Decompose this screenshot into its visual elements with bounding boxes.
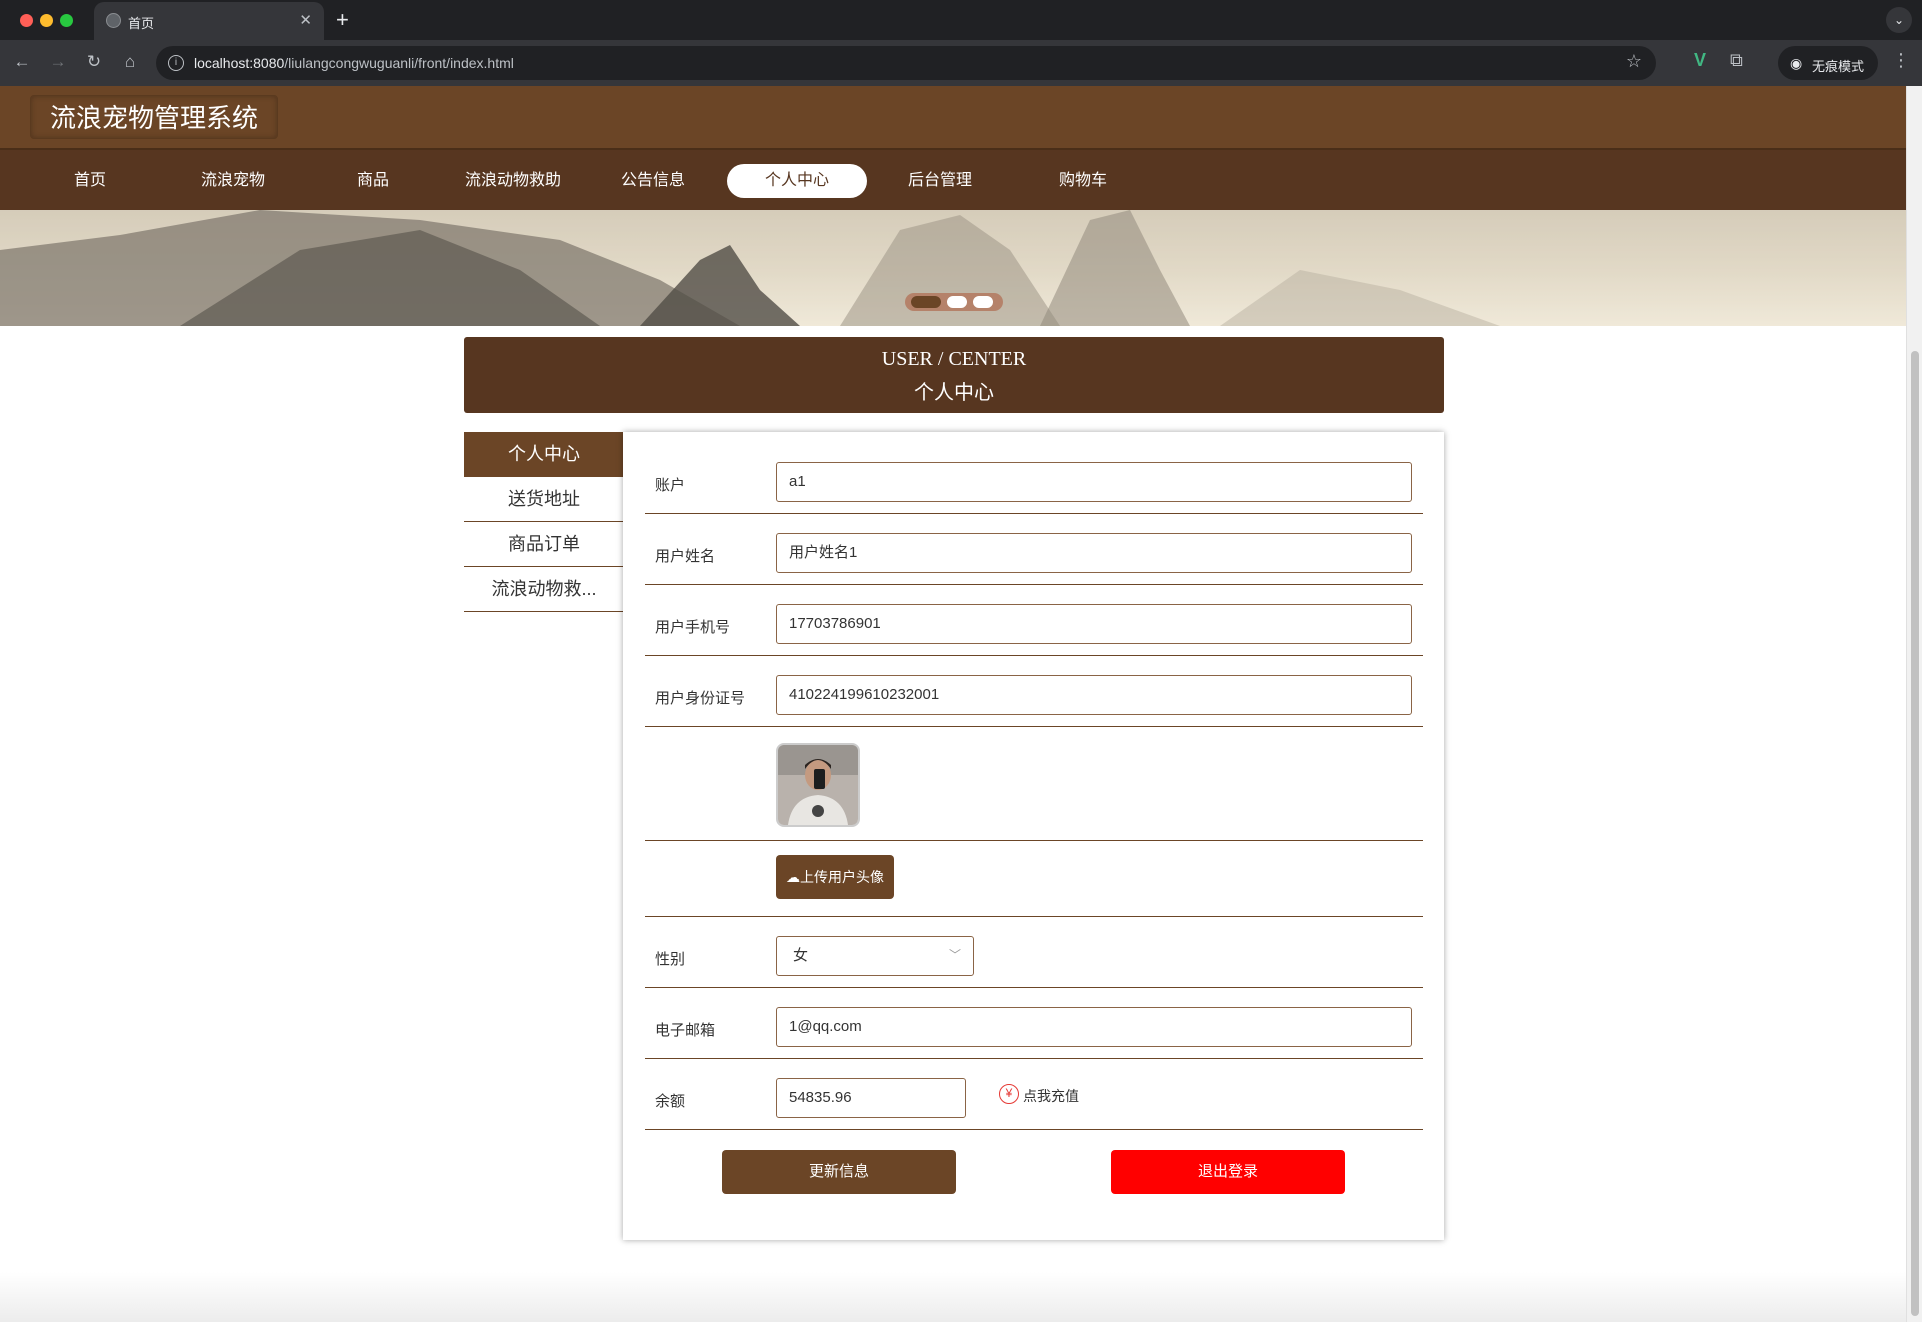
maximize-window-icon[interactable] xyxy=(60,14,73,27)
close-tab-icon[interactable]: ✕ xyxy=(299,11,312,29)
avatar-photo xyxy=(778,745,858,825)
carousel-dot-1[interactable] xyxy=(911,296,941,308)
chevron-down-icon: ﹀ xyxy=(948,948,961,962)
incognito-label: 无痕模式 xyxy=(1812,59,1865,74)
sidebar-item-orders[interactable]: 商品订单 xyxy=(464,522,624,567)
site-logo[interactable]: 流浪宠物管理系统 xyxy=(30,95,278,139)
page-viewport: 流浪宠物管理系统 首页 流浪宠物 商品 流浪动物救助 公告信息 个人中心 后台管… xyxy=(0,86,1906,1322)
email-row: 电子邮箱 1@qq.com xyxy=(645,988,1423,1059)
account-label: 账户 xyxy=(655,477,686,494)
recharge-link[interactable]: 点我充值 xyxy=(1023,1086,1079,1106)
title-english: USER / CENTER xyxy=(881,348,1027,370)
address-bar[interactable]: i localhost:8080/liulangcongwuguanli/fro… xyxy=(156,46,1656,80)
carousel-indicators xyxy=(905,293,1003,311)
cloud-upload-icon: ☁ xyxy=(786,869,800,885)
bookmark-star-icon[interactable]: ☆ xyxy=(1626,51,1642,72)
back-icon[interactable]: ← xyxy=(10,51,34,73)
account-row: 账户 a1 xyxy=(645,432,1423,514)
incognito-indicator[interactable]: ◉ 无痕模式 xyxy=(1778,46,1878,80)
user-avatar xyxy=(776,743,860,827)
name-row: 用户姓名 用户姓名1 xyxy=(645,514,1423,585)
balance-row: 余额 54835.96 ¥ 点我充值 xyxy=(645,1059,1423,1130)
browser-chrome: 首页 ✕ + ⌄ ← → ↻ ⌂ i localhost:8080/liulan… xyxy=(0,0,1922,86)
reload-icon[interactable]: ↻ xyxy=(82,51,106,73)
update-info-button[interactable]: 更新信息 xyxy=(722,1150,956,1194)
banner-carousel[interactable] xyxy=(0,210,1906,326)
extensions-icon[interactable]: ⧉ xyxy=(1730,50,1743,71)
name-input[interactable]: 用户姓名1 xyxy=(776,533,1412,573)
tab-strip: 首页 ✕ + ⌄ xyxy=(0,0,1922,40)
carousel-dot-3[interactable] xyxy=(973,296,993,308)
email-label: 电子邮箱 xyxy=(655,1022,716,1039)
idcard-label: 用户身份证号 xyxy=(655,690,746,707)
idcard-row: 用户身份证号 410224199610232001 xyxy=(645,656,1423,727)
sidebar-item-rescue[interactable]: 流浪动物救... xyxy=(464,567,624,612)
email-input[interactable]: 1@qq.com xyxy=(776,1007,1412,1047)
avatar-row xyxy=(645,727,1423,841)
user-sidebar: 个人中心 送货地址 商品订单 流浪动物救... xyxy=(464,432,624,612)
nav-announcements[interactable]: 公告信息 xyxy=(583,164,723,198)
carousel-dot-2[interactable] xyxy=(947,296,967,308)
site-info-icon[interactable]: i xyxy=(168,55,184,71)
upload-avatar-button[interactable]: ☁上传用户头像 xyxy=(776,855,894,899)
balance-input[interactable]: 54835.96 xyxy=(776,1078,966,1118)
nav-cart[interactable]: 购物车 xyxy=(1013,164,1153,198)
phone-row: 用户手机号 17703786901 xyxy=(645,585,1423,656)
globe-icon xyxy=(106,13,121,28)
phone-input[interactable]: 17703786901 xyxy=(776,604,1412,644)
phone-label: 用户手机号 xyxy=(655,619,731,636)
forward-icon[interactable]: → xyxy=(46,51,70,73)
page-scrollbar[interactable] xyxy=(1906,86,1922,1322)
logout-button[interactable]: 退出登录 xyxy=(1111,1150,1345,1194)
nav-home[interactable]: 首页 xyxy=(20,164,160,198)
section-title-bar: USER / CENTER 个人中心 xyxy=(464,337,1444,413)
browser-menu-icon[interactable]: ⋮ xyxy=(1892,50,1910,71)
site-header: 流浪宠物管理系统 xyxy=(0,86,1906,148)
tab-title: 首页 xyxy=(128,16,155,31)
home-icon[interactable]: ⌂ xyxy=(118,51,142,73)
gender-label: 性别 xyxy=(655,951,686,968)
name-label: 用户姓名 xyxy=(655,548,716,565)
sidebar-item-user-center[interactable]: 个人中心 xyxy=(464,432,624,477)
gender-value: 女 xyxy=(793,947,809,964)
main-nav: 首页 流浪宠物 商品 流浪动物救助 公告信息 个人中心 后台管理 购物车 xyxy=(0,148,1906,210)
close-window-icon[interactable] xyxy=(20,14,33,27)
gender-row: 性别 女 ﹀ xyxy=(645,917,1423,988)
sidebar-item-address[interactable]: 送货地址 xyxy=(464,477,624,522)
scrollbar-thumb[interactable] xyxy=(1911,351,1919,1316)
vue-devtools-icon[interactable]: V xyxy=(1694,50,1706,71)
nav-admin[interactable]: 后台管理 xyxy=(870,164,1010,198)
tab-search-icon[interactable]: ⌄ xyxy=(1886,7,1912,33)
nav-user-center[interactable]: 个人中心 xyxy=(727,164,867,198)
browser-tab[interactable]: 首页 ✕ xyxy=(94,2,324,40)
gender-select[interactable]: 女 ﹀ xyxy=(776,936,974,976)
page-footer-shade xyxy=(0,1272,1906,1322)
title-chinese: 个人中心 xyxy=(914,382,994,404)
idcard-input[interactable]: 410224199610232001 xyxy=(776,675,1412,715)
account-input[interactable]: a1 xyxy=(776,462,1412,502)
minimize-window-icon[interactable] xyxy=(40,14,53,27)
nav-stray-pets[interactable]: 流浪宠物 xyxy=(163,164,303,198)
nav-rescue[interactable]: 流浪动物救助 xyxy=(443,164,583,198)
incognito-icon: ◉ xyxy=(1790,55,1803,71)
profile-form: 账户 a1 用户姓名 用户姓名1 用户手机号 17703786901 用户身份证… xyxy=(623,432,1444,1240)
yen-icon[interactable]: ¥ xyxy=(999,1084,1019,1104)
upload-label: 上传用户头像 xyxy=(800,869,884,885)
balance-label: 余额 xyxy=(655,1093,686,1110)
nav-products[interactable]: 商品 xyxy=(303,164,443,198)
new-tab-button[interactable]: + xyxy=(336,7,349,33)
browser-toolbar: ← → ↻ ⌂ i localhost:8080/liulangcongwugu… xyxy=(0,40,1922,86)
upload-row: ☁上传用户头像 xyxy=(645,841,1423,917)
url-text: localhost:8080/liulangcongwuguanli/front… xyxy=(194,55,514,71)
